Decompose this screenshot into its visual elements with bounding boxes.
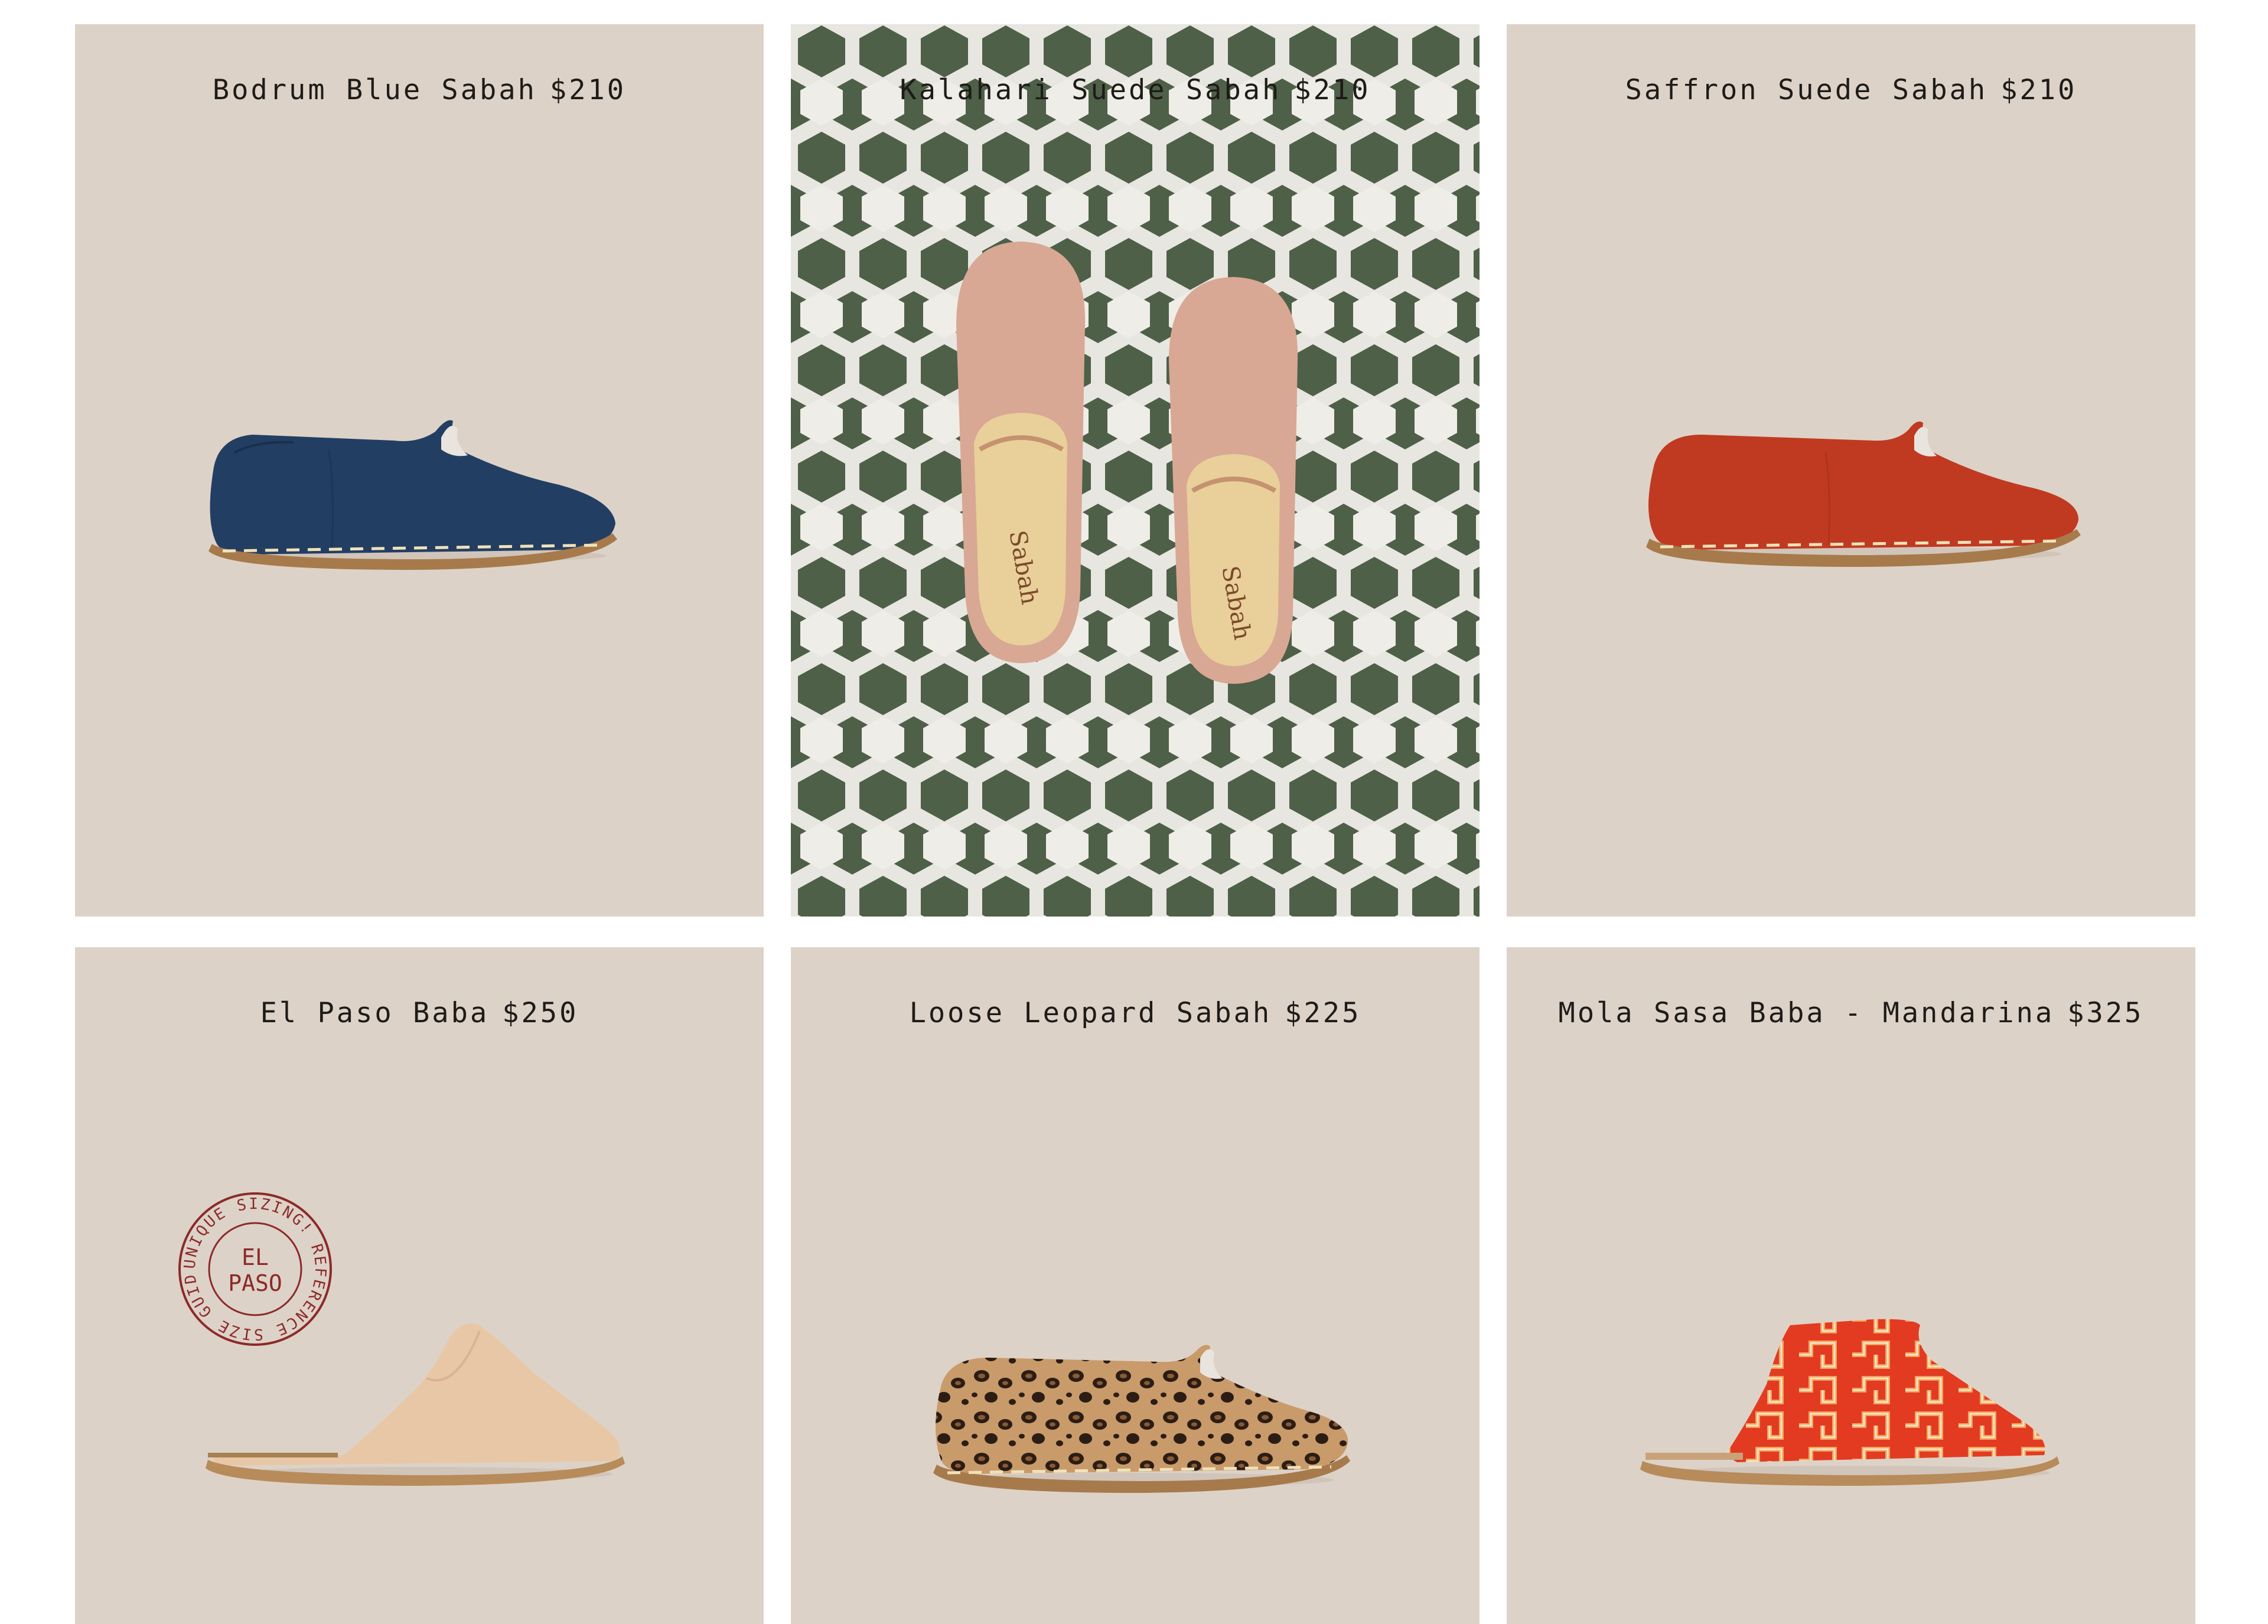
kalahari-suede-shoes-image[interactable]: Sabah Sabah	[933, 237, 1340, 686]
stamp-center-line1: EL	[242, 1244, 269, 1270]
product-card-saffron-suede[interactable]: Saffron Suede Sabah $210	[1507, 24, 2195, 917]
stamp-center-line2: PASO	[228, 1270, 282, 1296]
product-name: Loose Leopard Sabah	[909, 997, 1272, 1029]
loose-leopard-shoe-image[interactable]	[924, 1325, 1355, 1502]
product-title[interactable]: El Paso Baba $250	[75, 997, 764, 1029]
el-paso-baba-shoe-image[interactable]	[202, 1307, 633, 1496]
product-card-kalahari-suede[interactable]: Sabah Sabah Kalahari Suede Sabah $210	[791, 24, 1480, 917]
mola-sasa-mandarina-shoe-image[interactable]	[1637, 1302, 2074, 1496]
saffron-suede-shoe-image[interactable]	[1637, 399, 2085, 576]
product-name: El Paso Baba	[260, 997, 490, 1029]
product-name: Kalahari Suede Sabah	[900, 74, 1282, 106]
product-title[interactable]: Bodrum Blue Sabah $210	[75, 74, 764, 106]
product-name: Mola Sasa Baba - Mandarina	[1558, 997, 2055, 1029]
product-title[interactable]: Kalahari Suede Sabah $210	[791, 74, 1480, 106]
product-card-el-paso-baba[interactable]: El Paso Baba $250 UNIQUE SIZING! REFERENC…	[75, 947, 764, 1624]
product-card-bodrum-blue[interactable]: Bodrum Blue Sabah $210	[75, 24, 764, 917]
product-price: $210	[2000, 74, 2077, 106]
product-card-loose-leopard[interactable]: Loose Leopard Sabah $225	[791, 947, 1480, 1624]
product-title[interactable]: Loose Leopard Sabah $225	[791, 997, 1480, 1029]
product-price: $210	[549, 74, 627, 106]
product-price: $325	[2067, 997, 2144, 1029]
bodrum-blue-shoe-image[interactable]	[199, 396, 624, 579]
product-name: Bodrum Blue Sabah	[212, 74, 537, 106]
product-title[interactable]: Mola Sasa Baba - Mandarina $325	[1507, 997, 2195, 1029]
product-title[interactable]: Saffron Suede Sabah $210	[1507, 74, 2195, 106]
product-name: Saffron Suede Sabah	[1625, 74, 1988, 106]
product-price: $250	[502, 997, 579, 1029]
product-price: $210	[1294, 74, 1371, 106]
product-price: $225	[1285, 997, 1361, 1029]
product-grid: Bodrum Blue Sabah $210 Sabah Sabah Kalah…	[0, 0, 2268, 1624]
product-card-mola-sasa-mandarina[interactable]: Mola Sasa Baba - Mandarina $325	[1507, 947, 2195, 1624]
